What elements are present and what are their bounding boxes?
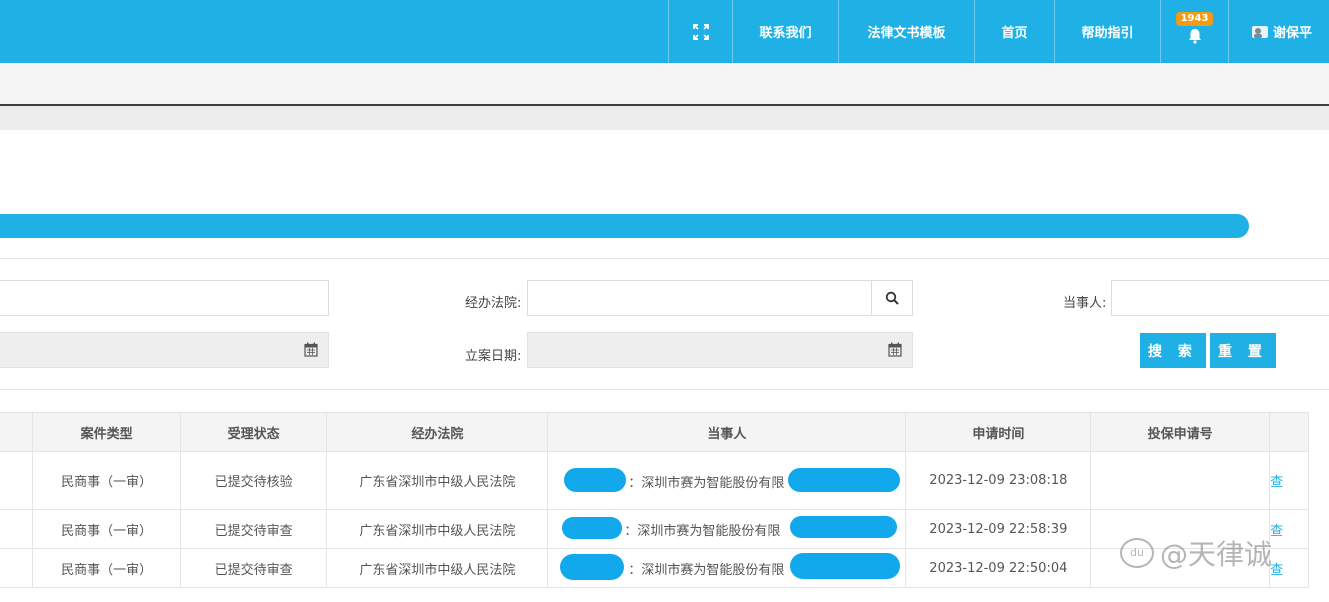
nav-contact-us[interactable]: 联系我们 bbox=[732, 0, 838, 63]
nav-help-guide[interactable]: 帮助指引 bbox=[1054, 0, 1160, 63]
redaction-mark bbox=[790, 516, 898, 538]
fullscreen-icon bbox=[692, 23, 709, 40]
filing-date-input[interactable] bbox=[527, 332, 913, 368]
redaction-mark bbox=[560, 554, 625, 580]
calendar-icon bbox=[888, 342, 902, 357]
notifications-button[interactable]: 1943 bbox=[1160, 0, 1228, 63]
party-cell: ：深圳市赛为智能股份有限 bbox=[547, 509, 907, 549]
case-number-input[interactable] bbox=[0, 280, 329, 316]
notification-badge: 1943 bbox=[1175, 12, 1214, 26]
table-row[interactable]: 民商事（一审） 已提交待审查 广东省深圳市中级人民法院 ：深圳市赛为智能股份有限… bbox=[0, 509, 1309, 549]
date-range-input-start[interactable] bbox=[0, 332, 329, 368]
table-row[interactable]: 民商事（一审） 已提交待审查 广东省深圳市中级人民法院 ：深圳市赛为智能股份有限… bbox=[0, 548, 1309, 588]
court-cell: 广东省深圳市中级人民法院 bbox=[326, 451, 549, 510]
court-label: 经办法院: bbox=[465, 296, 522, 311]
watermark-logo: du bbox=[1120, 538, 1154, 568]
party-cell: ：深圳市赛为智能股份有限 bbox=[547, 548, 907, 588]
redaction-mark bbox=[790, 553, 901, 579]
cases-table: 案件类型 受理状态 经办法院 当事人 申请时间 投保申请号 民商事（一审） 已提… bbox=[0, 412, 1309, 588]
party-input[interactable] bbox=[1111, 280, 1329, 316]
table-row[interactable]: 民商事（一审） 已提交待核验 广东省深圳市中级人民法院 ：深圳市赛为智能股份有限… bbox=[0, 451, 1309, 510]
status-cell: 已提交待审查 bbox=[179, 548, 328, 588]
party-cell: ：深圳市赛为智能股份有限 bbox=[547, 451, 907, 510]
apply-time-cell: 2023-12-09 22:50:04 bbox=[905, 548, 1092, 588]
case-type-cell: 民商事（一审） bbox=[32, 509, 181, 549]
nav-label: 帮助指引 bbox=[1081, 26, 1134, 41]
nav-home[interactable]: 首页 bbox=[974, 0, 1054, 63]
column-header-party: 当事人 bbox=[547, 412, 907, 452]
column-header-court: 经办法院 bbox=[326, 412, 549, 452]
party-name: ：深圳市赛为智能股份有限 bbox=[628, 476, 785, 491]
case-type-cell: 民商事（一审） bbox=[32, 451, 181, 510]
status-cell: 已提交待核验 bbox=[179, 451, 328, 510]
nav-label: 联系我们 bbox=[759, 26, 812, 41]
view-link[interactable]: 查 bbox=[1269, 451, 1309, 510]
user-name: 谢保平 bbox=[1273, 26, 1313, 41]
apply-time-cell: 2023-12-09 22:58:39 bbox=[905, 509, 1092, 549]
calendar-icon bbox=[304, 342, 318, 357]
court-input[interactable] bbox=[527, 280, 913, 316]
view-link[interactable]: 查 bbox=[1269, 548, 1309, 588]
column-header-status: 受理状态 bbox=[179, 412, 328, 452]
court-cell: 广东省深圳市中级人民法院 bbox=[326, 548, 549, 588]
user-menu[interactable]: 谢保平 bbox=[1228, 0, 1329, 63]
column-header-insurance-no: 投保申请号 bbox=[1090, 412, 1271, 452]
watermark: du @天律诚 bbox=[1120, 533, 1272, 573]
row-select-cell[interactable] bbox=[0, 451, 34, 510]
divider bbox=[0, 389, 1329, 390]
nav-label: 法律文书模板 bbox=[867, 26, 946, 41]
breadcrumb-bar bbox=[0, 106, 1329, 130]
search-icon bbox=[885, 291, 899, 305]
row-select-cell[interactable] bbox=[0, 548, 34, 588]
row-select-cell[interactable] bbox=[0, 509, 34, 549]
progress-bar bbox=[0, 214, 1249, 238]
search-button[interactable]: 搜 索 bbox=[1140, 333, 1206, 368]
court-cell: 广东省深圳市中级人民法院 bbox=[326, 509, 549, 549]
top-bar: 联系我们 法律文书模板 首页 帮助指引 1943 谢保平 bbox=[0, 0, 1329, 63]
reset-button[interactable]: 重 置 bbox=[1210, 333, 1276, 368]
party-label: 当事人: bbox=[1063, 296, 1107, 311]
column-header-actions bbox=[1269, 412, 1309, 452]
nav-legal-templates[interactable]: 法律文书模板 bbox=[838, 0, 974, 63]
party-name: ：深圳市赛为智能股份有限 bbox=[624, 524, 781, 539]
watermark-text: @天律诚 bbox=[1160, 538, 1273, 571]
party-name: ：深圳市赛为智能股份有限 bbox=[628, 563, 785, 578]
top-nav: 联系我们 法律文书模板 首页 帮助指引 1943 谢保平 bbox=[668, 0, 1329, 63]
redaction-mark bbox=[788, 468, 901, 492]
fullscreen-button[interactable] bbox=[668, 0, 732, 63]
column-header-select bbox=[0, 412, 34, 452]
insurance-no-cell bbox=[1090, 451, 1271, 510]
column-header-case-type: 案件类型 bbox=[32, 412, 181, 452]
court-search-button[interactable] bbox=[871, 281, 912, 315]
redaction-mark bbox=[564, 468, 627, 492]
nav-label: 首页 bbox=[1001, 26, 1028, 41]
view-link[interactable]: 查 bbox=[1269, 509, 1309, 549]
column-header-apply-time: 申请时间 bbox=[905, 412, 1092, 452]
table-header-row: 案件类型 受理状态 经办法院 当事人 申请时间 投保申请号 bbox=[0, 412, 1309, 452]
filing-date-label: 立案日期: bbox=[465, 349, 522, 364]
case-type-cell: 民商事（一审） bbox=[32, 548, 181, 588]
user-icon bbox=[1252, 25, 1268, 38]
secondary-bar bbox=[0, 63, 1329, 105]
apply-time-cell: 2023-12-09 23:08:18 bbox=[905, 451, 1092, 510]
status-cell: 已提交待审查 bbox=[179, 509, 328, 549]
redaction-mark bbox=[562, 517, 623, 539]
divider bbox=[0, 258, 1329, 259]
bell-icon bbox=[1188, 28, 1201, 44]
